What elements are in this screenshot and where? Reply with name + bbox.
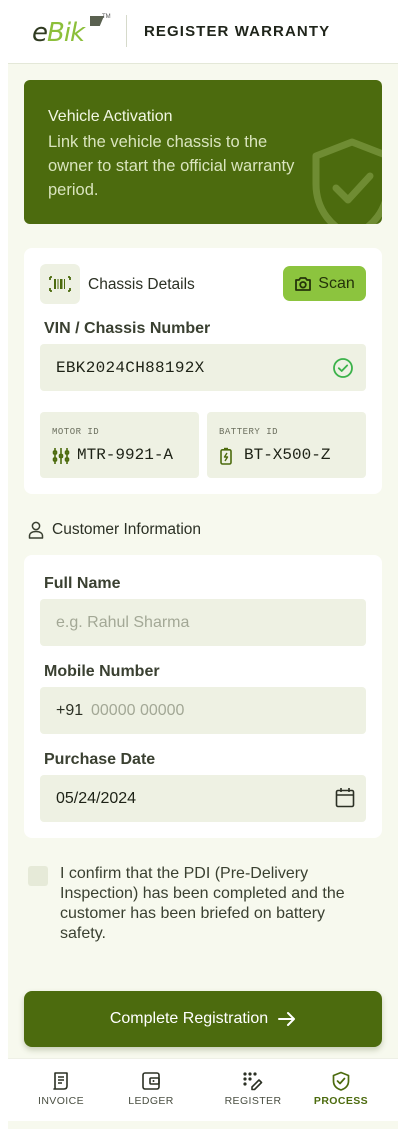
scan-button-label: Scan xyxy=(318,274,355,292)
camera-icon xyxy=(295,276,312,291)
nav-label-register: REGISTER xyxy=(224,1095,282,1107)
nav-item-ledger[interactable]: LEDGER xyxy=(111,1071,191,1107)
country-code-prefix: +91 xyxy=(56,702,84,719)
register-icon xyxy=(243,1072,263,1091)
ebik-logo[interactable]: eBik TM xyxy=(32,14,112,50)
vin-field[interactable]: EBK2024CH88192X xyxy=(40,344,366,391)
activation-banner: Vehicle Activation Link the vehicle chas… xyxy=(24,80,382,224)
header-divider xyxy=(126,15,127,47)
nav-label-invoice: INVOICE xyxy=(38,1095,84,1107)
mobile-number-input[interactable]: +91 00000 00000 xyxy=(40,687,366,734)
pdi-confirm-text: I confirm that the PDI (Pre-Delivery Ins… xyxy=(60,865,345,942)
barcode-icon-box xyxy=(40,264,80,304)
chassis-details-card: Chassis Details Scan VIN / Chassis Numbe… xyxy=(24,248,382,494)
banner-title: Vehicle Activation xyxy=(48,108,173,125)
motor-id-value: MTR-9921-A xyxy=(77,446,174,464)
vin-label: VIN / Chassis Number xyxy=(44,320,211,337)
nav-label-process: PROCESS xyxy=(313,1095,369,1107)
purchase-date-input[interactable]: 05/24/2024 xyxy=(40,775,366,822)
banner-description: Link the vehicle chassis to the owner to… xyxy=(48,133,295,199)
chassis-section-title: Chassis Details xyxy=(88,276,195,293)
receipt-icon xyxy=(53,1072,68,1090)
customer-section-title: Customer Information xyxy=(52,521,202,538)
shield-check-icon xyxy=(332,1071,350,1091)
full-name-label: Full Name xyxy=(44,575,121,592)
purchase-date-label: Purchase Date xyxy=(44,751,156,768)
scan-button[interactable]: Scan xyxy=(283,266,366,301)
battery-id-value: BT-X500-Z xyxy=(244,446,331,464)
user-icon xyxy=(28,521,44,539)
battery-id-field[interactable]: BATTERY ID BT-X500-Z xyxy=(207,412,366,478)
pdi-confirm-checkbox[interactable] xyxy=(28,866,48,886)
arrow-right-icon xyxy=(278,1012,296,1026)
full-name-placeholder: e.g. Rahul Sharma xyxy=(56,614,190,631)
battery-icon xyxy=(220,447,232,465)
wallet-icon xyxy=(142,1072,160,1090)
customer-section-heading: Customer Information xyxy=(28,521,201,539)
complete-registration-button[interactable]: Complete Registration xyxy=(24,991,382,1047)
motor-icon xyxy=(52,448,70,464)
nav-item-register[interactable]: REGISTER xyxy=(213,1071,293,1107)
mobile-number-placeholder: 00000 00000 xyxy=(91,702,185,719)
complete-registration-label: Complete Registration xyxy=(109,1010,269,1027)
purchase-date-value: 05/24/2024 xyxy=(56,790,137,807)
motor-id-field[interactable]: MOTOR ID MTR-9921-A xyxy=(40,412,199,478)
bottom-navigation: INVOICE LEDGER REGISTER PROCESS xyxy=(8,1058,398,1121)
full-name-input[interactable]: e.g. Rahul Sharma xyxy=(40,599,366,646)
app-header: eBik TM REGISTER WARRANTY xyxy=(8,0,398,64)
logo-trademark: TM xyxy=(102,14,111,20)
check-circle-icon xyxy=(333,358,353,378)
barcode-icon xyxy=(49,276,71,292)
battery-id-label: BATTERY ID xyxy=(219,427,279,437)
motor-id-label: MOTOR ID xyxy=(52,427,100,437)
nav-item-process[interactable]: PROCESS xyxy=(301,1071,381,1107)
mobile-number-label: Mobile Number xyxy=(44,663,160,680)
nav-label-ledger: LEDGER xyxy=(128,1095,174,1107)
nav-item-invoice[interactable]: INVOICE xyxy=(21,1071,101,1107)
logo-wordmark: eBik xyxy=(32,18,85,48)
page-title: REGISTER WARRANTY xyxy=(144,23,331,40)
shield-check-icon xyxy=(312,138,382,224)
customer-information-card: Full Name e.g. Rahul Sharma Mobile Numbe… xyxy=(24,555,382,838)
vin-value: EBK2024CH88192X xyxy=(56,359,205,377)
calendar-icon[interactable] xyxy=(335,787,355,808)
